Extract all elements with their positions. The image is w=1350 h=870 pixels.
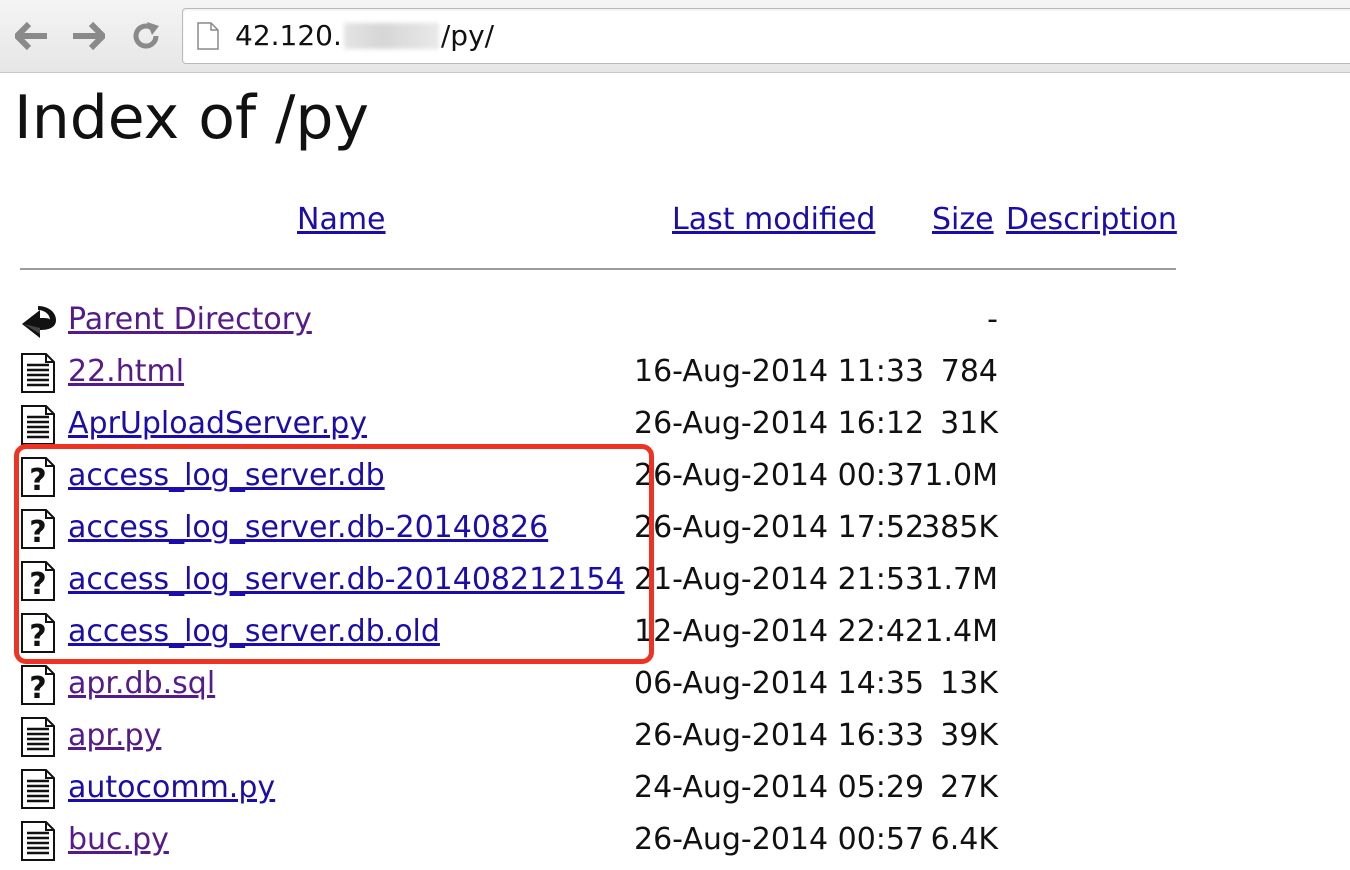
file-link[interactable]: buc.py	[68, 820, 169, 860]
divider	[20, 268, 1176, 270]
file-link[interactable]: access_log_server.db.old	[68, 612, 440, 652]
table-row: autocomm.py 24-Aug-2014 05:29 27K	[0, 762, 1350, 814]
last-modified-cell: 21-Aug-2014 21:53	[634, 562, 925, 597]
column-header-size[interactable]: Size	[932, 200, 994, 240]
file-link[interactable]: access_log_server.db-201408212154	[68, 560, 625, 600]
page-icon	[197, 22, 219, 50]
table-row: apr.py 26-Aug-2014 16:33 39K	[0, 710, 1350, 762]
last-modified-cell: 12-Aug-2014 22:42	[634, 614, 925, 649]
url-suffix: /py/	[440, 19, 495, 52]
text-file-icon	[18, 768, 58, 810]
svg-text:?: ?	[29, 463, 46, 498]
last-modified-cell: 26-Aug-2014 00:37	[634, 458, 925, 493]
size-cell: 1.4M	[924, 614, 998, 649]
last-modified-cell: 16-Aug-2014 11:33	[634, 354, 925, 389]
forward-arrow-icon[interactable]	[70, 18, 106, 54]
size-cell: 31K	[940, 406, 998, 441]
page-content: Index of /py Name Last modified Size Des…	[0, 72, 1350, 866]
file-link[interactable]: access_log_server.db	[68, 456, 385, 496]
url-text: 42.120. /py/	[235, 19, 494, 53]
file-link[interactable]: AprUploadServer.py	[68, 404, 367, 444]
file-link[interactable]: access_log_server.db-20140826	[68, 508, 548, 548]
last-modified-cell: 26-Aug-2014 16:33	[634, 718, 925, 753]
svg-text:?: ?	[29, 515, 46, 550]
size-cell: 784	[940, 354, 998, 389]
text-file-icon	[18, 716, 58, 758]
svg-text:?: ?	[29, 567, 46, 602]
size-cell: -	[987, 302, 998, 337]
text-file-icon	[18, 820, 58, 862]
redacted-url-segment	[343, 23, 439, 49]
file-link[interactable]: apr.py	[68, 716, 161, 756]
file-link[interactable]: 22.html	[68, 352, 184, 392]
table-row: ? access_log_server.db-201408212154 21-Aug…	[0, 554, 1350, 606]
table-row: buc.py 26-Aug-2014 00:57 6.4K	[0, 814, 1350, 866]
table-row: ? access_log_server.db.old 12-Aug-2014 22:…	[0, 606, 1350, 658]
text-file-icon	[18, 404, 58, 446]
last-modified-cell: 24-Aug-2014 05:29	[634, 770, 925, 805]
file-link[interactable]: apr.db.sql	[68, 664, 215, 704]
table-row: ? access_log_server.db-20140826 26-Aug-201…	[0, 502, 1350, 554]
address-bar[interactable]: 42.120. /py/	[182, 8, 1350, 64]
last-modified-cell: 06-Aug-2014 14:35	[634, 666, 925, 701]
table-row: Parent Directory -	[0, 294, 1350, 346]
page-title: Index of /py	[14, 83, 369, 153]
svg-text:?: ?	[29, 619, 46, 654]
unknown-file-icon: ?	[18, 612, 58, 654]
column-header-last-modified[interactable]: Last modified	[672, 200, 875, 240]
file-link[interactable]: Parent Directory	[68, 300, 312, 340]
text-file-icon	[18, 352, 58, 394]
unknown-file-icon: ?	[18, 508, 58, 550]
table-row: 22.html 16-Aug-2014 11:33 784	[0, 346, 1350, 398]
column-header-description[interactable]: Description	[1006, 200, 1177, 240]
table-row: ? access_log_server.db 26-Aug-2014 00:37 1.…	[0, 450, 1350, 502]
unknown-file-icon: ?	[18, 664, 58, 706]
file-link[interactable]: autocomm.py	[68, 768, 275, 808]
size-cell: 27K	[940, 770, 998, 805]
back-arrow-icon[interactable]	[14, 18, 50, 54]
table-row: ? apr.db.sql 06-Aug-2014 14:35 13K	[0, 658, 1350, 710]
last-modified-cell: 26-Aug-2014 16:12	[634, 406, 925, 441]
url-prefix: 42.120.	[235, 19, 342, 52]
table-row: AprUploadServer.py 26-Aug-2014 16:12 31K	[0, 398, 1350, 450]
last-modified-cell: 26-Aug-2014 00:57	[634, 822, 925, 857]
svg-text:?: ?	[29, 671, 46, 706]
size-cell: 13K	[940, 666, 998, 701]
size-cell: 385K	[921, 510, 998, 545]
size-cell: 39K	[940, 718, 998, 753]
size-cell: 1.7M	[924, 562, 998, 597]
last-modified-cell: 26-Aug-2014 17:52	[634, 510, 925, 545]
reload-icon[interactable]	[128, 18, 164, 54]
unknown-file-icon: ?	[18, 560, 58, 602]
back-icon	[18, 300, 58, 342]
browser-toolbar: 42.120. /py/	[0, 0, 1350, 73]
size-cell: 1.0M	[924, 458, 998, 493]
unknown-file-icon: ?	[18, 456, 58, 498]
column-header-name[interactable]: Name	[297, 200, 386, 240]
size-cell: 6.4K	[930, 822, 998, 857]
